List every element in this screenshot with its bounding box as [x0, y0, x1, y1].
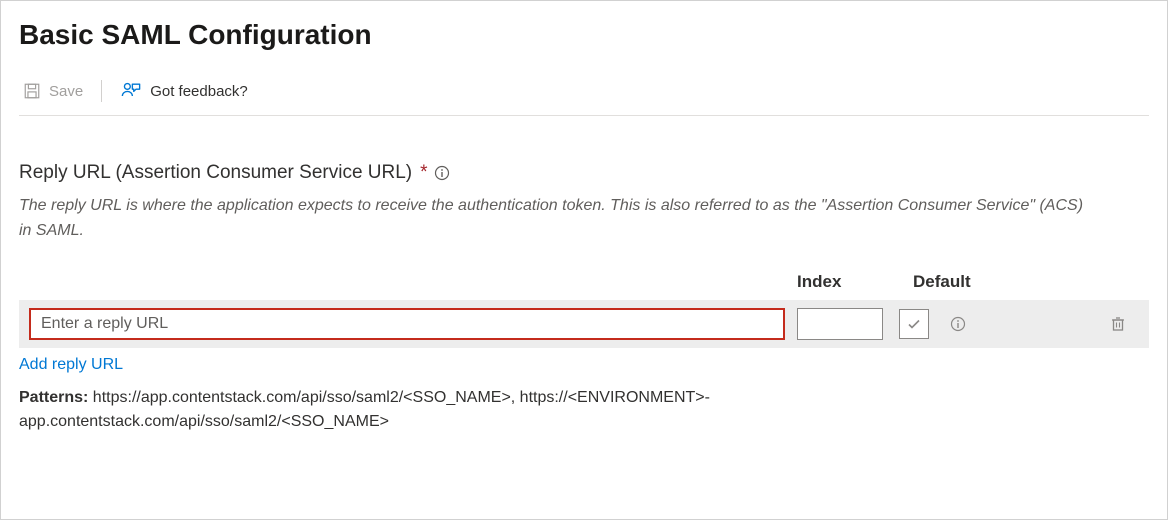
- reply-url-row: [19, 300, 1149, 348]
- page-title: Basic SAML Configuration: [19, 19, 1149, 51]
- trash-icon: [1109, 315, 1127, 333]
- column-headers: Index Default: [19, 272, 1149, 292]
- reply-url-input[interactable]: [29, 308, 785, 340]
- column-header-default: Default: [913, 272, 1033, 292]
- patterns-label: Patterns:: [19, 389, 88, 406]
- save-icon: [23, 82, 41, 100]
- feedback-icon: [120, 81, 142, 101]
- column-header-index: Index: [797, 272, 913, 292]
- check-icon: [906, 316, 922, 332]
- feedback-button-label: Got feedback?: [150, 83, 248, 100]
- feedback-button[interactable]: Got feedback?: [116, 79, 252, 103]
- column-url-spacer: [19, 272, 797, 292]
- row-info-icon[interactable]: [943, 309, 973, 339]
- info-icon[interactable]: [434, 165, 450, 181]
- toolbar-divider: [101, 80, 102, 102]
- required-marker: *: [420, 162, 427, 184]
- add-reply-url-link[interactable]: Add reply URL: [19, 356, 123, 374]
- patterns-value: https://app.contentstack.com/api/sso/sam…: [19, 389, 710, 431]
- section-label-text: Reply URL (Assertion Consumer Service UR…: [19, 162, 412, 184]
- delete-row-button[interactable]: [1103, 309, 1133, 339]
- patterns-text: Patterns: https://app.contentstack.com/a…: [19, 386, 919, 436]
- toolbar: Save Got feedback?: [19, 79, 1149, 116]
- saml-config-panel: Basic SAML Configuration Save Go: [0, 0, 1168, 520]
- save-button[interactable]: Save: [19, 80, 87, 102]
- row-actions: [899, 309, 987, 339]
- default-check-button[interactable]: [899, 309, 929, 339]
- index-input[interactable]: [797, 308, 883, 340]
- section-label: Reply URL (Assertion Consumer Service UR…: [19, 162, 1149, 184]
- section-description: The reply URL is where the application e…: [19, 194, 1099, 244]
- save-button-label: Save: [49, 83, 83, 100]
